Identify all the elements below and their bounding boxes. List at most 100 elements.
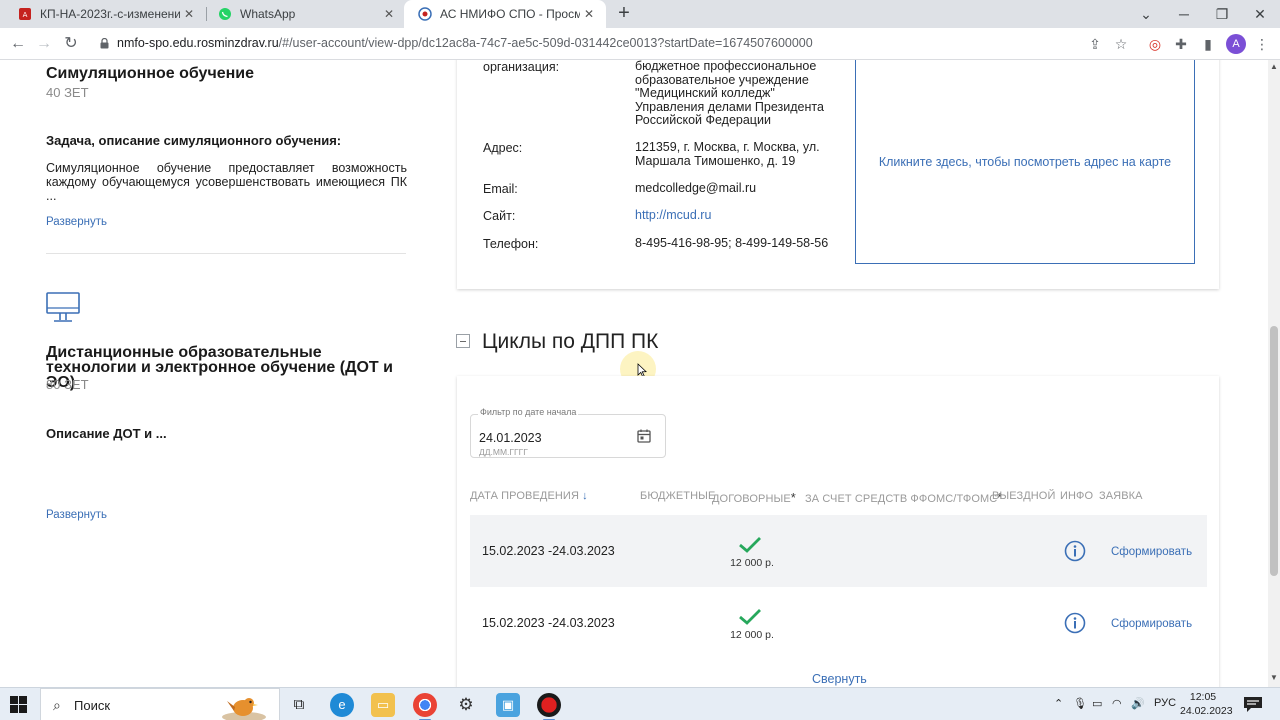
windows-start-icon[interactable] (10, 696, 27, 713)
chrome-icon[interactable] (413, 693, 437, 720)
back-icon[interactable]: ← (7, 33, 29, 55)
filter-value[interactable]: 24.01.2023 (479, 431, 542, 445)
bookmark-star-icon[interactable]: ☆ (1111, 34, 1131, 54)
column-info: ИНФО (1060, 490, 1094, 502)
volume-icon[interactable]: 🔊 (1131, 697, 1145, 710)
menu-dots-icon[interactable]: ⋮ (1252, 34, 1272, 54)
org-label: организация: (483, 60, 560, 74)
close-window-button[interactable]: ✕ (1241, 0, 1279, 28)
sim-task-heading: Задача, описание симуляционного обучения… (46, 133, 342, 148)
page-scrollbar[interactable]: ▲ ▼ (1268, 60, 1280, 687)
phone-label: Телефон: (483, 237, 539, 251)
search-placeholder[interactable]: Поиск (74, 698, 110, 713)
map-link[interactable]: Кликните здесь, чтобы посмотреть адрес н… (879, 155, 1171, 169)
tab-title: АС НМИФО СПО - Просмотр Д... (440, 7, 580, 21)
tray-overflow-icon[interactable]: ⌃ (1054, 697, 1063, 710)
extensions-puzzle-icon[interactable]: ✚ (1171, 34, 1191, 54)
tab-pdf[interactable]: A КП-НА-2023г.-с-изменениями-с... ✕ (4, 0, 206, 28)
close-icon[interactable]: ✕ (182, 7, 196, 21)
filter-hint: ДД.ММ.ГГГГ (479, 447, 528, 457)
form-request-link[interactable]: Сформировать (1111, 618, 1192, 630)
column-contract: ДОГОВОРНЫЕ* (712, 490, 796, 505)
pdf-icon: A (19, 8, 31, 20)
windows-taskbar: ⌕ Поиск ⧉ e ▭ ⚙ ▣ ⌃ 🎙 ▭ ◠ 🔊 РУС 12:05 24… (0, 687, 1280, 720)
sort-arrow-icon[interactable]: ↓ (582, 490, 588, 502)
info-icon[interactable] (1064, 540, 1086, 562)
sim-title: Симуляционное обучение (46, 65, 255, 82)
language-indicator[interactable]: РУС (1154, 697, 1176, 709)
close-icon[interactable]: ✕ (582, 7, 596, 21)
info-icon[interactable] (1064, 612, 1086, 634)
new-tab-button[interactable]: + (614, 3, 634, 24)
reload-icon[interactable]: ↻ (60, 33, 82, 55)
close-icon[interactable]: ✕ (382, 7, 396, 21)
divider (46, 253, 406, 254)
search-icon: ⌕ (53, 697, 61, 713)
sim-expand-link[interactable]: Развернуть (46, 216, 107, 228)
share-icon[interactable]: ⇪ (1085, 34, 1105, 54)
clock-date: 24.02.2023 (1180, 705, 1233, 717)
minimize-button[interactable]: ─ (1165, 0, 1203, 28)
site-icon (418, 7, 432, 21)
address-label: Адрес: (483, 141, 523, 155)
scroll-up-icon[interactable]: ▲ (1268, 62, 1280, 74)
calendar-icon[interactable] (637, 429, 651, 443)
task-view-icon[interactable]: ⧉ (287, 693, 311, 717)
dot-desc-heading: Описание ДОТ и ... (46, 426, 167, 441)
notifications-icon[interactable] (1243, 696, 1263, 713)
dot-zet: 80 ЗЕТ (46, 377, 89, 392)
taskbar-clock[interactable]: 12:05 24.02.2023 (1180, 690, 1233, 718)
column-budget: БЮДЖЕТНЫЕ (640, 490, 716, 502)
site-label: Сайт: (483, 209, 516, 223)
url-field[interactable]: nmfo-spo.edu.rosminzdrav.ru/#/user-accou… (117, 36, 813, 50)
file-explorer-icon[interactable]: ▭ (371, 693, 395, 717)
address-toolbar: ← → ↻ nmfo-spo.edu.rosminzdrav.ru/#/user… (0, 28, 1280, 60)
tab-active-nmifo[interactable]: АС НМИФО СПО - Просмотр Д... ✕ (404, 0, 606, 28)
form-request-link[interactable]: Сформировать (1111, 546, 1192, 558)
taskbar-search[interactable]: ⌕ Поиск (40, 688, 280, 720)
tab-title: WhatsApp (240, 7, 296, 21)
scrollbar-thumb[interactable] (1270, 326, 1278, 576)
url-path: /#/user-account/view-dpp/dc12ac8a-74c7-a… (278, 36, 813, 50)
collapse-list-link[interactable]: Свернуть (812, 672, 867, 686)
date-filter-field[interactable]: Фильтр по дате начала 24.01.2023 ДД.ММ.Г… (470, 407, 666, 458)
url-host: nmfo-spo.edu.rosminzdrav.ru (117, 36, 279, 50)
table-row: 15.02.2023 -24.03.2023 12 000 р. Сформир… (470, 587, 1207, 659)
column-contract-label: ДОГОВОРНЫЕ (712, 493, 791, 505)
page-content: Симуляционное обучение 40 ЗЕТ Задача, оп… (0, 60, 1268, 687)
clock-time: 12:05 (1189, 691, 1217, 703)
check-icon (739, 537, 761, 553)
column-date[interactable]: ДАТА ПРОВЕДЕНИЯ ↓ (470, 490, 588, 502)
row-date: 15.02.2023 -24.03.2023 (482, 544, 615, 558)
row-price: 12 000 р. (730, 557, 774, 569)
extension-target-icon[interactable]: ◎ (1145, 34, 1165, 54)
edge-icon[interactable]: e (330, 693, 354, 717)
forward-icon[interactable]: → (33, 33, 55, 55)
search-highlight-bird-icon (222, 698, 266, 720)
tab-search-icon[interactable]: ⌄ (1127, 0, 1165, 28)
scroll-down-icon[interactable]: ▼ (1268, 673, 1280, 685)
site-link[interactable]: http://mcud.ru (635, 208, 825, 223)
profile-avatar[interactable]: A (1226, 34, 1246, 54)
maximize-button[interactable]: ❐ (1203, 0, 1241, 28)
sim-zet: 40 ЗЕТ (46, 85, 89, 100)
map-box[interactable]: Кликните здесь, чтобы посмотреть адрес н… (855, 60, 1195, 264)
tab-whatsapp[interactable]: WhatsApp ✕ (204, 0, 406, 28)
wifi-icon[interactable]: ◠ (1112, 697, 1122, 710)
dot-expand-link[interactable]: Развернуть (46, 509, 107, 521)
settings-gear-icon[interactable]: ⚙ (454, 693, 478, 717)
microphone-icon[interactable]: 🎙 (1073, 697, 1087, 710)
recorder-app-icon[interactable] (537, 693, 561, 720)
column-foms-label: ЗА СЧЕТ СРЕДСТВ ФФОМС/ТФОМС (805, 493, 998, 505)
battery-icon[interactable]: ▭ (1092, 697, 1102, 710)
column-offsite: ВЫЕЗДНОЙ (992, 490, 1056, 502)
lock-icon[interactable] (100, 38, 109, 49)
filter-label: Фильтр по дате начала (478, 407, 579, 417)
email-value: medcolledge@mail.ru (635, 181, 757, 195)
address-value: 121359, г. Москва, г. Москва, ул. Маршал… (635, 140, 820, 168)
column-foms: ЗА СЧЕТ СРЕДСТВ ФФОМС/ТФОМС* (805, 490, 1003, 505)
screen-capture-app-icon[interactable]: ▣ (496, 693, 520, 717)
collapse-section-icon[interactable] (456, 334, 470, 348)
side-panel-icon[interactable]: ▮ (1198, 34, 1218, 54)
row-price: 12 000 р. (730, 629, 774, 641)
